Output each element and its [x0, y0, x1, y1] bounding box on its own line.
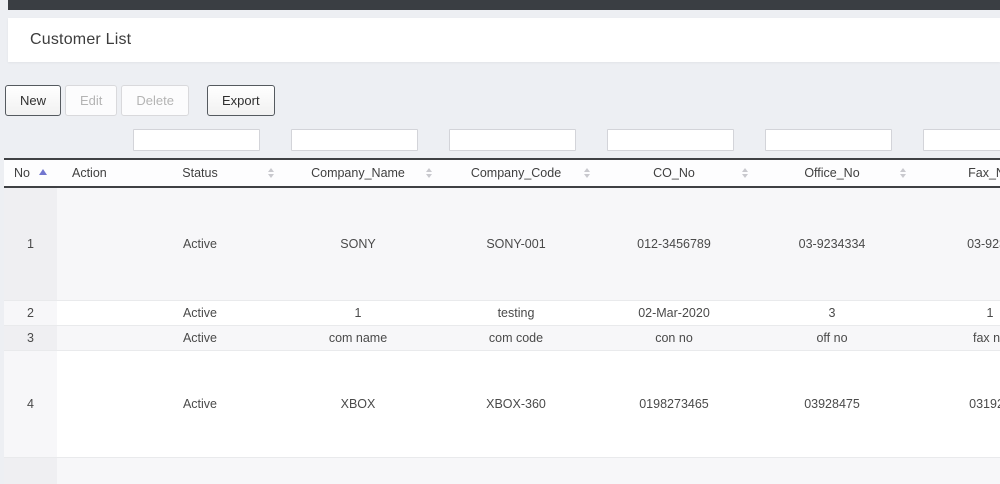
- sort-icon: [268, 168, 274, 178]
- column-filter-row: [0, 129, 1000, 151]
- cell-company-code: SONY-001: [437, 187, 595, 300]
- cell-company-name: 1: [279, 300, 437, 325]
- cell-co-no: 0198273465: [595, 350, 753, 457]
- cell-status: Active: [121, 300, 279, 325]
- column-header-no[interactable]: No: [4, 159, 57, 187]
- sort-ascending-icon: [39, 169, 47, 175]
- sort-icon: [584, 168, 590, 178]
- cell-no: 3: [4, 325, 57, 350]
- sort-icon: [426, 168, 432, 178]
- customer-table: No Action Status Company_Name Company_Co…: [4, 158, 1000, 484]
- column-header-action: Action: [57, 159, 121, 187]
- cell-no: 5: [4, 457, 57, 484]
- cell-company-code: com code: [437, 325, 595, 350]
- cell-action: [57, 457, 121, 484]
- table-header-row: No Action Status Company_Name Company_Co…: [4, 159, 1000, 187]
- table-row[interactable]: 5 Active Mobile Legend MT-001 0293857384…: [4, 457, 1000, 484]
- cell-fax-no: 1: [911, 300, 1000, 325]
- sort-icon: [742, 168, 748, 178]
- filter-input-fax-no[interactable]: [923, 129, 1000, 151]
- edit-button[interactable]: Edit: [65, 85, 117, 116]
- cell-co-no: 0293857384: [595, 457, 753, 484]
- table-row[interactable]: 1 Active SONY SONY-001 012-3456789 03-92…: [4, 187, 1000, 300]
- table-row[interactable]: 4 Active XBOX XBOX-360 0198273465 039284…: [4, 350, 1000, 457]
- cell-fax-no: 031928: [911, 350, 1000, 457]
- cell-action: [57, 325, 121, 350]
- cell-co-no: 012-3456789: [595, 187, 753, 300]
- cell-action: [57, 187, 121, 300]
- filter-input-company-code[interactable]: [449, 129, 576, 151]
- cell-co-no: 02-Mar-2020: [595, 300, 753, 325]
- cell-company-name: XBOX: [279, 350, 437, 457]
- filter-input-office-no[interactable]: [765, 129, 892, 151]
- filter-input-co-no[interactable]: [607, 129, 734, 151]
- customer-table-viewport: No Action Status Company_Name Company_Co…: [4, 158, 1000, 484]
- filter-input-status[interactable]: [133, 129, 260, 151]
- cell-status: Active: [121, 350, 279, 457]
- page-title: Customer List: [30, 31, 131, 49]
- panel-header: Customer List: [8, 18, 1000, 62]
- cell-status: Active: [121, 187, 279, 300]
- cell-office-no: 3: [753, 300, 911, 325]
- cell-no: 1: [4, 187, 57, 300]
- cell-office-no: 03-9234334: [753, 187, 911, 300]
- column-header-company-name[interactable]: Company_Name: [279, 159, 437, 187]
- toolbar: New Edit Delete Export: [5, 85, 1000, 116]
- delete-button[interactable]: Delete: [121, 85, 189, 116]
- filter-input-company-name[interactable]: [291, 129, 418, 151]
- top-navbar-strip: [8, 0, 1000, 10]
- cell-no: 4: [4, 350, 57, 457]
- cell-company-name: Mobile Legend: [279, 457, 437, 484]
- cell-co-no: con no: [595, 325, 753, 350]
- cell-company-code: MT-001: [437, 457, 595, 484]
- new-button[interactable]: New: [5, 85, 61, 116]
- cell-fax-no: 19402843: [911, 457, 1000, 484]
- cell-no: 2: [4, 300, 57, 325]
- column-header-company-code[interactable]: Company_Code: [437, 159, 595, 187]
- cell-action: [57, 350, 121, 457]
- cell-status: Active: [121, 457, 279, 484]
- column-header-status[interactable]: Status: [121, 159, 279, 187]
- export-button[interactable]: Export: [207, 85, 275, 116]
- column-header-co-no[interactable]: CO_No: [595, 159, 753, 187]
- cell-fax-no: fax no: [911, 325, 1000, 350]
- cell-office-no: 8393019434: [753, 457, 911, 484]
- cell-company-name: SONY: [279, 187, 437, 300]
- cell-action: [57, 300, 121, 325]
- cell-company-name: com name: [279, 325, 437, 350]
- table-row[interactable]: 2 Active 1 testing 02-Mar-2020 3 1: [4, 300, 1000, 325]
- cell-office-no: 03928475: [753, 350, 911, 457]
- cell-company-code: testing: [437, 300, 595, 325]
- cell-status: Active: [121, 325, 279, 350]
- cell-company-code: XBOX-360: [437, 350, 595, 457]
- column-header-fax-no[interactable]: Fax_No: [911, 159, 1000, 187]
- cell-office-no: off no: [753, 325, 911, 350]
- column-header-office-no[interactable]: Office_No: [753, 159, 911, 187]
- cell-fax-no: 03-9234: [911, 187, 1000, 300]
- table-row[interactable]: 3 Active com name com code con no off no…: [4, 325, 1000, 350]
- sort-icon: [900, 168, 906, 178]
